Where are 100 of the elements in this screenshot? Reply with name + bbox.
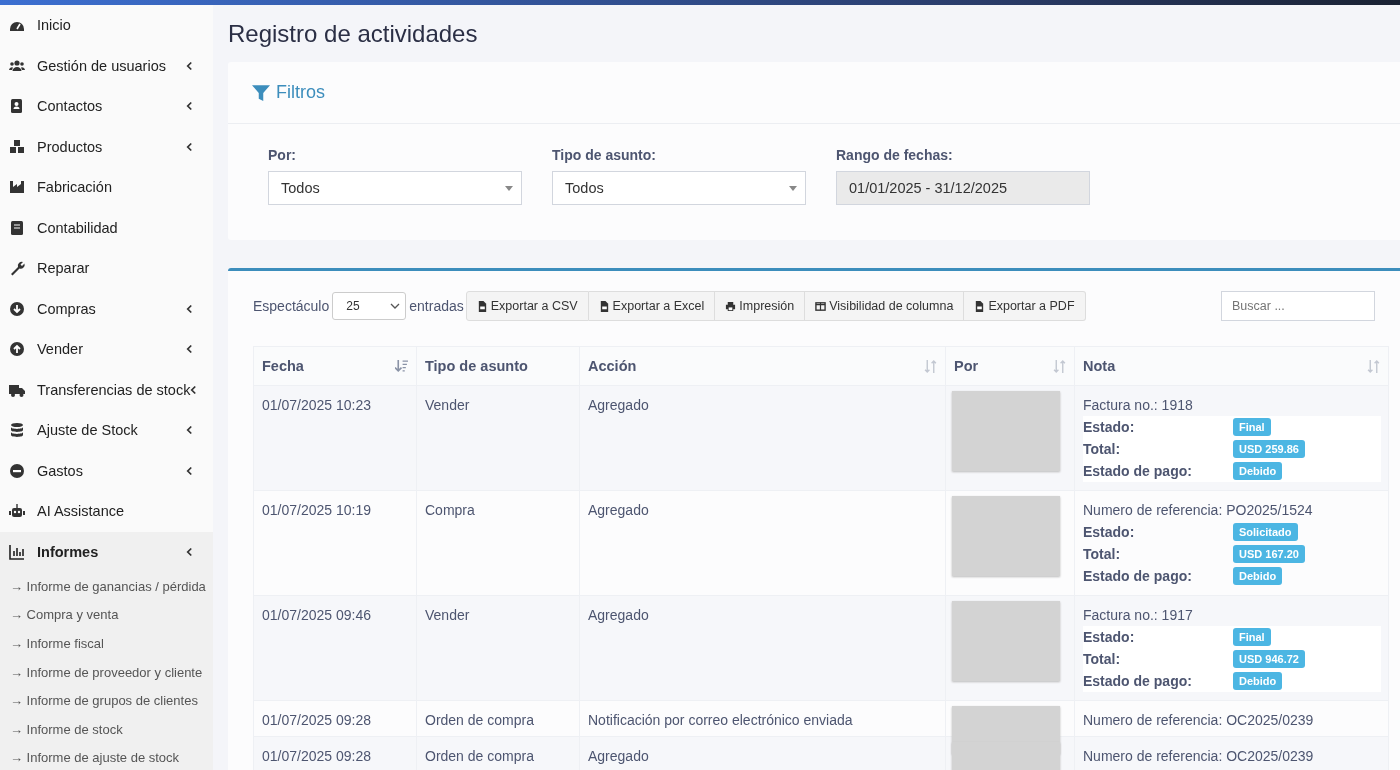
- sidebar-item[interactable]: Gastos: [0, 450, 213, 491]
- export-button[interactable]: Exportar a Excel: [588, 291, 716, 321]
- note-text: Factura no.: 1917: [1083, 607, 1194, 623]
- submenu-item[interactable]: → Informe de ganancias / pérdida: [0, 572, 213, 601]
- table-cell: Vender: [416, 385, 580, 491]
- sidebar-item[interactable]: Reparar: [0, 248, 213, 289]
- table-cell: 01/07/2025 10:19: [253, 490, 417, 596]
- note-text: Numero de referencia: OC2025/0239: [1083, 712, 1315, 728]
- arrow-up-circle-icon: [8, 341, 26, 358]
- sidebar-item[interactable]: AI Assistance: [0, 491, 213, 532]
- table-cell: Orden de compra: [416, 736, 580, 770]
- select-field[interactable]: Todos: [268, 171, 522, 205]
- book-icon: [8, 219, 26, 236]
- note-text: Numero de referencia: OC2025/0239: [1083, 748, 1315, 764]
- column-header[interactable]: Nota: [1074, 346, 1389, 386]
- status-badge: USD 259.86: [1233, 440, 1305, 458]
- sort-icon: [1053, 359, 1066, 373]
- chevron-icon: [190, 384, 198, 395]
- table-cell: Agregado: [579, 385, 946, 491]
- chevron-icon: [186, 546, 193, 557]
- table-cell: Agregado: [579, 490, 946, 596]
- sidebar-item[interactable]: Fabricación: [0, 167, 213, 208]
- table-cell: Notificación por correo electrónico enviada: [579, 700, 946, 737]
- file-icon: [974, 300, 986, 312]
- export-button[interactable]: Exportar a CSV: [465, 291, 589, 321]
- status-badge: Final: [1233, 418, 1271, 436]
- column-header[interactable]: Acción: [579, 346, 946, 386]
- submenu-item[interactable]: → Informe fiscal: [0, 629, 213, 658]
- chevron-icon: [186, 101, 193, 112]
- field-label: Rango de fechas:: [836, 147, 954, 163]
- bar-chart-icon: [8, 543, 26, 560]
- table-cell: 01/07/2025 09:28: [253, 700, 417, 737]
- status-badge: Final: [1233, 628, 1271, 646]
- submenu-item[interactable]: → Informe de grupos de clientes: [0, 686, 213, 715]
- status-badge: USD 946.72: [1233, 650, 1305, 668]
- status-badge: Debido: [1233, 567, 1283, 585]
- robot-icon: [8, 503, 26, 520]
- file-icon: [598, 300, 610, 312]
- printer-icon: [725, 300, 737, 312]
- sidebar-item[interactable]: Vender: [0, 329, 213, 370]
- sort-icon: [1367, 359, 1380, 373]
- detail-label: Estado de pago:: [1083, 673, 1193, 689]
- column-header[interactable]: Fecha: [253, 346, 417, 386]
- table-cell: Orden de compra: [416, 700, 580, 737]
- sidebar-item[interactable]: Contactos: [0, 86, 213, 127]
- detail-label: Estado:: [1083, 419, 1136, 435]
- table-cell: Compra: [416, 490, 580, 596]
- sidebar-item[interactable]: Compras: [0, 288, 213, 329]
- submenu-item[interactable]: → Informe de stock: [0, 714, 213, 744]
- date-range-field[interactable]: 01/01/2025 - 31/12/2025: [836, 171, 1090, 205]
- show-label: Espectáculo: [253, 298, 330, 314]
- factory-icon: [8, 179, 26, 196]
- minus-circle-icon: [8, 462, 26, 479]
- database-icon: [8, 422, 26, 439]
- field-label: Tipo de asunto:: [552, 147, 657, 163]
- sidebar-item[interactable]: Ajuste de Stock: [0, 410, 213, 451]
- table-cell: Agregado: [579, 595, 946, 701]
- detail-label: Total:: [1083, 441, 1122, 457]
- submenu-item[interactable]: → Compra y venta: [0, 600, 213, 630]
- chevron-icon: [186, 141, 193, 152]
- chevron-icon: [186, 60, 193, 71]
- select-field[interactable]: Todos: [552, 171, 806, 205]
- entries-label: entradas: [409, 298, 464, 314]
- table-cell: Vender: [416, 595, 580, 701]
- column-header[interactable]: Tipo de asunto: [416, 346, 580, 386]
- submenu-item[interactable]: → Informe de ajuste de stock: [0, 743, 213, 770]
- dropdown-icon: [789, 185, 797, 191]
- table-cell: 01/07/2025 10:23: [253, 385, 417, 491]
- sidebar-item[interactable]: Transferencias de stock: [0, 369, 213, 410]
- note-text: Factura no.: 1918: [1083, 397, 1194, 413]
- page-title: Registro de actividades: [228, 19, 479, 49]
- status-badge: Debido: [1233, 462, 1283, 480]
- submenu-item[interactable]: → Informe de proveedor y cliente: [0, 657, 213, 687]
- sidebar-item[interactable]: Gestión de usuarios: [0, 45, 213, 86]
- chevron-icon: [186, 303, 193, 314]
- chevron-icon: [186, 344, 193, 355]
- page-size-select[interactable]: 25: [332, 292, 407, 320]
- detail-label: Estado:: [1083, 524, 1136, 540]
- sort-icon: [924, 359, 937, 373]
- table-cell: 01/07/2025 09:28: [253, 736, 417, 770]
- chevron-icon: [186, 425, 193, 436]
- search-field[interactable]: Buscar ...: [1221, 291, 1375, 321]
- export-button[interactable]: Impresión: [715, 291, 806, 321]
- cubes-icon: [8, 138, 26, 155]
- column-header[interactable]: Por: [945, 346, 1075, 386]
- filters-title: Filtros: [276, 82, 325, 103]
- sort-descending-icon: [395, 359, 408, 373]
- sidebar-item[interactable]: Contabilidad: [0, 207, 213, 248]
- detail-label: Estado de pago:: [1083, 568, 1193, 584]
- chevron-icon: [390, 303, 401, 309]
- columns-icon: [815, 300, 827, 312]
- export-button[interactable]: Exportar a PDF: [964, 291, 1086, 321]
- table-cell: 01/07/2025 09:46: [253, 595, 417, 701]
- export-button[interactable]: Visibilidad de columna: [805, 291, 965, 321]
- sidebar-item[interactable]: Inicio: [0, 5, 213, 46]
- file-icon: [476, 300, 488, 312]
- sidebar-item[interactable]: Informes: [0, 531, 213, 572]
- sidebar-item[interactable]: Productos: [0, 126, 213, 167]
- table-cell: Agregado: [579, 736, 946, 770]
- status-badge: Debido: [1233, 672, 1283, 690]
